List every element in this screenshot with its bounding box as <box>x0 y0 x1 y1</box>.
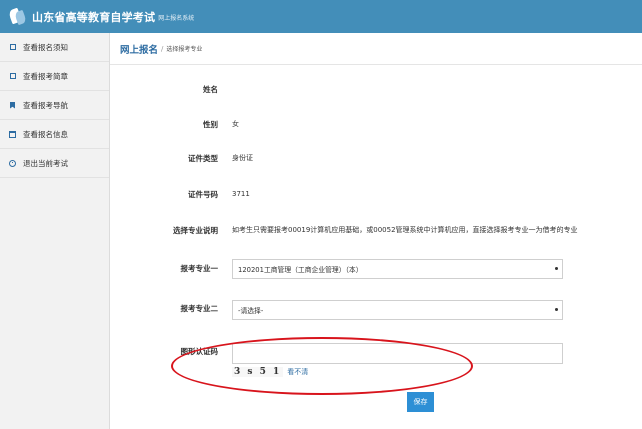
dropdown-arrow-icon <box>555 267 558 270</box>
sidebar-item-label: 退出当前考试 <box>23 158 68 168</box>
breadcrumb-main[interactable]: 网上报名 <box>120 42 158 56</box>
sidebar-item-label: 查看报考简章 <box>23 71 68 81</box>
sidebar-item-brochure[interactable]: 查看报考简章 <box>0 62 109 91</box>
id-type-value: 身份证 <box>232 154 253 162</box>
major2-label: 报考专业二 <box>180 303 219 313</box>
major1-label: 报考专业一 <box>180 263 219 273</box>
major1-select[interactable]: 120201工商管理（工商企业管理）（本） <box>232 259 563 279</box>
exit-icon <box>9 159 16 167</box>
captcha-refresh-link[interactable]: 看不清 <box>287 367 308 377</box>
note-row: 选择专业说明 如考生只需要报考00019计算机应用基础，或00052管理系统中计… <box>110 222 642 238</box>
breadcrumb-current: 选择报考专业 <box>166 46 203 53</box>
id-type-row: 证件类型 身份证 <box>110 150 642 166</box>
bookmark-icon <box>9 101 16 109</box>
top-header: 山东省高等教育自学考试 网上报名系统 <box>0 0 642 33</box>
sidebar-item-label: 查看报名须知 <box>23 42 68 52</box>
captcha-image[interactable]: 3 s 5 1 <box>232 367 284 377</box>
sidebar: 查看报名须知 查看报考简章 查看报考导航 查看报名信息 退出当前考试 <box>0 33 110 429</box>
gender-label: 性别 <box>203 119 218 129</box>
sidebar-item-guide[interactable]: 查看报考导航 <box>0 91 109 120</box>
gender-value: 女 <box>232 120 239 128</box>
breadcrumb: 网上报名 / 选择报考专业 <box>110 33 642 65</box>
captcha-input[interactable] <box>232 343 563 364</box>
sidebar-item-label: 查看报考导航 <box>23 100 68 110</box>
app-subtitle: 网上报名系统 <box>158 15 195 22</box>
captcha-label: 图形认证码 <box>180 346 219 356</box>
save-button[interactable]: 保存 <box>407 392 434 412</box>
id-number-value: 3711 <box>232 190 250 198</box>
gender-row: 性别 女 <box>110 116 642 132</box>
logo-icon <box>7 7 28 27</box>
calendar-icon <box>9 130 16 138</box>
major1-selected: 120201工商管理（工商企业管理）（本） <box>238 266 363 274</box>
sidebar-item-exit[interactable]: 退出当前考试 <box>0 149 109 178</box>
app-title: 山东省高等教育自学考试 <box>32 10 156 24</box>
sidebar-item-label: 查看报名信息 <box>23 129 68 139</box>
id-type-label: 证件类型 <box>188 153 218 163</box>
dropdown-arrow-icon <box>555 308 558 311</box>
list-icon <box>9 44 16 51</box>
note-text: 如考生只需要报考00019计算机应用基础，或00052管理系统中计算机应用，直接… <box>232 226 578 234</box>
captcha-area: 3 s 5 1 看不清 <box>232 366 308 378</box>
list-icon <box>9 73 16 80</box>
sidebar-item-notice[interactable]: 查看报名须知 <box>0 33 109 62</box>
breadcrumb-separator: / <box>161 44 164 53</box>
note-label: 选择专业说明 <box>173 225 218 235</box>
major2-select[interactable]: -请选择- <box>232 300 563 320</box>
major2-selected: -请选择- <box>238 307 264 315</box>
id-number-label: 证件号码 <box>188 189 218 199</box>
name-row: 姓名 <box>110 81 642 97</box>
id-number-row: 证件号码 3711 <box>110 186 642 202</box>
name-label: 姓名 <box>203 84 218 94</box>
sidebar-item-info[interactable]: 查看报名信息 <box>0 120 109 149</box>
